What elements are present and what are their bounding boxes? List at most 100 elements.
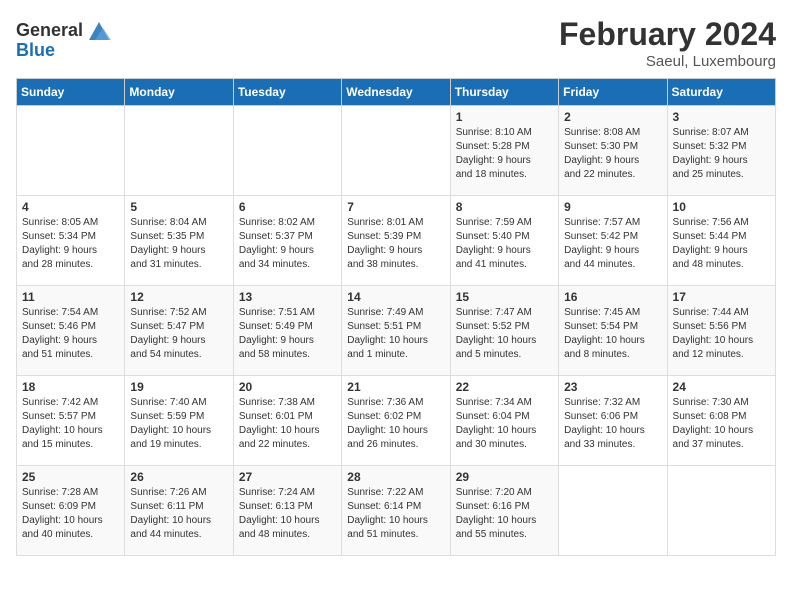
day-info: Sunrise: 8:01 AM Sunset: 5:39 PM Dayligh… bbox=[347, 216, 444, 272]
day-number: 17 bbox=[673, 290, 770, 304]
day-number: 9 bbox=[564, 200, 661, 214]
day-info: Sunrise: 7:49 AM Sunset: 5:51 PM Dayligh… bbox=[347, 306, 444, 362]
calendar-cell: 25 Sunrise: 7:28 AM Sunset: 6:09 PM Dayli… bbox=[17, 466, 125, 556]
calendar-cell: 2 Sunrise: 8:08 AM Sunset: 5:30 PM Daylig… bbox=[559, 106, 667, 196]
day-number: 13 bbox=[239, 290, 336, 304]
day-info: Sunrise: 7:30 AM Sunset: 6:08 PM Dayligh… bbox=[673, 396, 770, 452]
logo: General Blue bbox=[16, 16, 113, 61]
calendar-cell: 24 Sunrise: 7:30 AM Sunset: 6:08 PM Dayli… bbox=[667, 376, 775, 466]
day-info: Sunrise: 7:57 AM Sunset: 5:42 PM Dayligh… bbox=[564, 216, 661, 272]
logo-icon bbox=[85, 16, 113, 44]
calendar-cell: 17Sunrise: 7:44 AM Sunset: 5:56 PM Dayli… bbox=[667, 286, 775, 376]
calendar-cell bbox=[125, 106, 233, 196]
day-number: 27 bbox=[239, 470, 336, 484]
day-info: Sunrise: 8:04 AM Sunset: 5:35 PM Dayligh… bbox=[130, 216, 227, 272]
calendar-cell: 4Sunrise: 8:05 AM Sunset: 5:34 PM Daylig… bbox=[17, 196, 125, 286]
day-info: Sunrise: 7:54 AM Sunset: 5:46 PM Dayligh… bbox=[22, 306, 119, 362]
day-info: Sunrise: 7:56 AM Sunset: 5:44 PM Dayligh… bbox=[673, 216, 770, 272]
calendar-cell: 11 Sunrise: 7:54 AM Sunset: 5:46 PM Dayli… bbox=[17, 286, 125, 376]
calendar-cell: 27Sunrise: 7:24 AM Sunset: 6:13 PM Dayli… bbox=[233, 466, 341, 556]
day-number: 2 bbox=[564, 110, 661, 124]
day-number: 21 bbox=[347, 380, 444, 394]
calendar-cell: 12Sunrise: 7:52 AM Sunset: 5:47 PM Dayli… bbox=[125, 286, 233, 376]
calendar-cell: 28 Sunrise: 7:22 AM Sunset: 6:14 PM Dayli… bbox=[342, 466, 450, 556]
calendar-cell: 20 Sunrise: 7:38 AM Sunset: 6:01 PM Dayli… bbox=[233, 376, 341, 466]
day-number: 23 bbox=[564, 380, 661, 394]
day-number: 29 bbox=[456, 470, 553, 484]
calendar-cell: 13 Sunrise: 7:51 AM Sunset: 5:49 PM Dayli… bbox=[233, 286, 341, 376]
day-info: Sunrise: 7:32 AM Sunset: 6:06 PM Dayligh… bbox=[564, 396, 661, 452]
logo-blue: Blue bbox=[16, 40, 55, 61]
day-number: 20 bbox=[239, 380, 336, 394]
calendar-cell: 16Sunrise: 7:45 AM Sunset: 5:54 PM Dayli… bbox=[559, 286, 667, 376]
day-number: 22 bbox=[456, 380, 553, 394]
day-number: 12 bbox=[130, 290, 227, 304]
day-number: 24 bbox=[673, 380, 770, 394]
day-info: Sunrise: 7:42 AM Sunset: 5:57 PM Dayligh… bbox=[22, 396, 119, 452]
calendar-cell bbox=[17, 106, 125, 196]
day-info: Sunrise: 8:10 AM Sunset: 5:28 PM Dayligh… bbox=[456, 126, 553, 182]
calendar-cell bbox=[233, 106, 341, 196]
week-row-3: 11 Sunrise: 7:54 AM Sunset: 5:46 PM Dayli… bbox=[17, 286, 776, 376]
calendar-cell: 23 Sunrise: 7:32 AM Sunset: 6:06 PM Dayli… bbox=[559, 376, 667, 466]
calendar-cell: 26Sunrise: 7:26 AM Sunset: 6:11 PM Dayli… bbox=[125, 466, 233, 556]
day-info: Sunrise: 7:47 AM Sunset: 5:52 PM Dayligh… bbox=[456, 306, 553, 362]
calendar-cell: 1 Sunrise: 8:10 AM Sunset: 5:28 PM Daylig… bbox=[450, 106, 558, 196]
weekday-header-monday: Monday bbox=[125, 79, 233, 106]
week-row-4: 18 Sunrise: 7:42 AM Sunset: 5:57 PM Dayli… bbox=[17, 376, 776, 466]
day-info: Sunrise: 7:26 AM Sunset: 6:11 PM Dayligh… bbox=[130, 486, 227, 542]
weekday-header-friday: Friday bbox=[559, 79, 667, 106]
day-number: 14 bbox=[347, 290, 444, 304]
calendar-cell: 9 Sunrise: 7:57 AM Sunset: 5:42 PM Daylig… bbox=[559, 196, 667, 286]
day-number: 10 bbox=[673, 200, 770, 214]
calendar-cell: 21 Sunrise: 7:36 AM Sunset: 6:02 PM Dayli… bbox=[342, 376, 450, 466]
day-info: Sunrise: 7:51 AM Sunset: 5:49 PM Dayligh… bbox=[239, 306, 336, 362]
day-info: Sunrise: 7:36 AM Sunset: 6:02 PM Dayligh… bbox=[347, 396, 444, 452]
calendar-cell: 18 Sunrise: 7:42 AM Sunset: 5:57 PM Dayli… bbox=[17, 376, 125, 466]
day-number: 7 bbox=[347, 200, 444, 214]
calendar-cell bbox=[667, 466, 775, 556]
calendar-cell: 3Sunrise: 8:07 AM Sunset: 5:32 PM Daylig… bbox=[667, 106, 775, 196]
calendar-cell: 6 Sunrise: 8:02 AM Sunset: 5:37 PM Daylig… bbox=[233, 196, 341, 286]
weekday-header-thursday: Thursday bbox=[450, 79, 558, 106]
weekday-header-tuesday: Tuesday bbox=[233, 79, 341, 106]
weekday-header-saturday: Saturday bbox=[667, 79, 775, 106]
title-block: February 2024 Saeul, Luxembourg bbox=[559, 16, 776, 70]
day-info: Sunrise: 7:34 AM Sunset: 6:04 PM Dayligh… bbox=[456, 396, 553, 452]
day-number: 28 bbox=[347, 470, 444, 484]
day-info: Sunrise: 7:22 AM Sunset: 6:14 PM Dayligh… bbox=[347, 486, 444, 542]
day-number: 8 bbox=[456, 200, 553, 214]
week-row-5: 25 Sunrise: 7:28 AM Sunset: 6:09 PM Dayli… bbox=[17, 466, 776, 556]
day-number: 1 bbox=[456, 110, 553, 124]
calendar-cell: 8 Sunrise: 7:59 AM Sunset: 5:40 PM Daylig… bbox=[450, 196, 558, 286]
day-number: 6 bbox=[239, 200, 336, 214]
calendar-cell: 5 Sunrise: 8:04 AM Sunset: 5:35 PM Daylig… bbox=[125, 196, 233, 286]
day-number: 4 bbox=[22, 200, 119, 214]
weekday-header-wednesday: Wednesday bbox=[342, 79, 450, 106]
day-info: Sunrise: 7:45 AM Sunset: 5:54 PM Dayligh… bbox=[564, 306, 661, 362]
day-number: 11 bbox=[22, 290, 119, 304]
location-subtitle: Saeul, Luxembourg bbox=[559, 53, 776, 70]
day-info: Sunrise: 8:08 AM Sunset: 5:30 PM Dayligh… bbox=[564, 126, 661, 182]
week-row-1: 1 Sunrise: 8:10 AM Sunset: 5:28 PM Daylig… bbox=[17, 106, 776, 196]
day-info: Sunrise: 7:20 AM Sunset: 6:16 PM Dayligh… bbox=[456, 486, 553, 542]
day-info: Sunrise: 7:28 AM Sunset: 6:09 PM Dayligh… bbox=[22, 486, 119, 542]
month-year-title: February 2024 bbox=[559, 16, 776, 53]
calendar-cell: 14 Sunrise: 7:49 AM Sunset: 5:51 PM Dayli… bbox=[342, 286, 450, 376]
day-info: Sunrise: 7:59 AM Sunset: 5:40 PM Dayligh… bbox=[456, 216, 553, 272]
day-number: 15 bbox=[456, 290, 553, 304]
day-number: 18 bbox=[22, 380, 119, 394]
week-row-2: 4Sunrise: 8:05 AM Sunset: 5:34 PM Daylig… bbox=[17, 196, 776, 286]
day-info: Sunrise: 7:38 AM Sunset: 6:01 PM Dayligh… bbox=[239, 396, 336, 452]
calendar-cell: 15 Sunrise: 7:47 AM Sunset: 5:52 PM Dayli… bbox=[450, 286, 558, 376]
day-number: 19 bbox=[130, 380, 227, 394]
day-number: 25 bbox=[22, 470, 119, 484]
calendar-cell: 19 Sunrise: 7:40 AM Sunset: 5:59 PM Dayli… bbox=[125, 376, 233, 466]
day-info: Sunrise: 8:07 AM Sunset: 5:32 PM Dayligh… bbox=[673, 126, 770, 182]
day-info: Sunrise: 7:40 AM Sunset: 5:59 PM Dayligh… bbox=[130, 396, 227, 452]
calendar-table: SundayMondayTuesdayWednesdayThursdayFrid… bbox=[16, 78, 776, 556]
day-number: 5 bbox=[130, 200, 227, 214]
calendar-cell bbox=[559, 466, 667, 556]
weekday-header-sunday: Sunday bbox=[17, 79, 125, 106]
day-info: Sunrise: 8:02 AM Sunset: 5:37 PM Dayligh… bbox=[239, 216, 336, 272]
